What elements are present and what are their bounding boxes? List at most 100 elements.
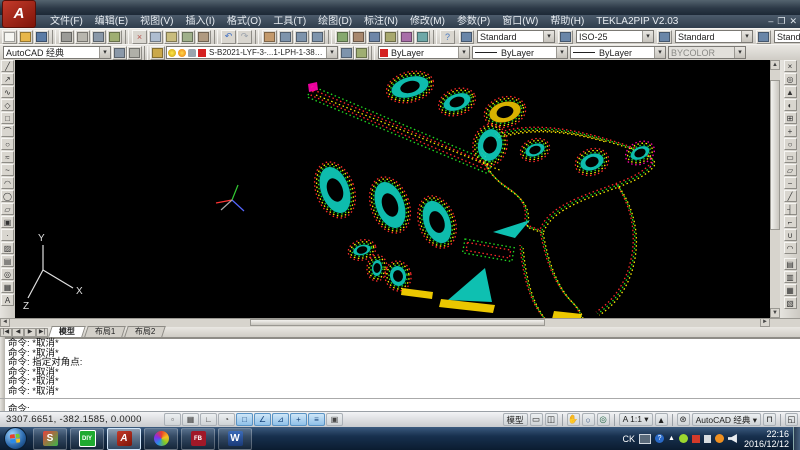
- toolbar1-zoom-previous-button[interactable]: [310, 30, 325, 44]
- toolbar1-plot-preview-button[interactable]: [75, 30, 90, 44]
- dim-style-icon[interactable]: [558, 30, 573, 44]
- vertical-scroll-thumb[interactable]: [770, 80, 780, 230]
- toggle-osnap-button[interactable]: □: [236, 413, 253, 426]
- toolbar1-paste-button[interactable]: [164, 30, 179, 44]
- make-layer-current-icon[interactable]: [339, 46, 354, 60]
- toolbar1-new-button[interactable]: [2, 30, 17, 44]
- menu-item[interactable]: 编辑(E): [89, 15, 134, 28]
- draworder-tool-button[interactable]: ▦: [784, 284, 797, 296]
- workspace-gear-icon[interactable]: ⊛: [677, 413, 690, 426]
- linetype-dropdown[interactable]: ByLayer▾: [472, 46, 568, 59]
- taskbar-app-ftp-tool[interactable]: FB: [181, 428, 215, 450]
- toggle-qp-button[interactable]: ▣: [326, 413, 343, 426]
- modify-tool-button[interactable]: ┤: [784, 203, 797, 215]
- taskbar-app-autocad[interactable]: A: [107, 428, 141, 450]
- draw-tool-button[interactable]: ○: [1, 138, 14, 150]
- menu-item[interactable]: 帮助(H): [544, 15, 590, 28]
- modify-tool-button[interactable]: ◠: [784, 242, 797, 254]
- quick-view-layouts-icon[interactable]: ▭: [530, 413, 543, 426]
- draworder-tool-button[interactable]: ▤: [784, 258, 797, 270]
- doc-restore-button[interactable]: ❐: [777, 15, 785, 28]
- style-dropdown[interactable]: Standard▾: [477, 30, 555, 43]
- taskbar-app-pinwheel[interactable]: [144, 428, 178, 450]
- text-style-icon[interactable]: [459, 30, 474, 44]
- menu-item[interactable]: TEKLA2PIP V2.03: [590, 15, 684, 28]
- toolbar1-save-button[interactable]: [34, 30, 49, 44]
- toolbar1-markup-button[interactable]: [399, 30, 414, 44]
- toolbar1-zoom-window-button[interactable]: [294, 30, 309, 44]
- flag-tray-icon[interactable]: [692, 435, 700, 443]
- lineweight-dropdown[interactable]: ByLayer▾: [570, 46, 666, 59]
- show-desktop-button[interactable]: [793, 427, 800, 450]
- menu-item[interactable]: 格式(O): [221, 15, 267, 28]
- modify-tool-button[interactable]: ╱: [784, 190, 797, 202]
- draw-tool-button[interactable]: A: [1, 294, 14, 306]
- tab-nav-button[interactable]: ◀: [12, 328, 24, 337]
- toolbar1-block-editor-button[interactable]: [196, 30, 211, 44]
- draw-tool-button[interactable]: ╱: [1, 60, 14, 72]
- steeringwheel-icon[interactable]: ◎: [597, 413, 610, 426]
- toggle-snap-button[interactable]: ▫: [164, 413, 181, 426]
- menu-item[interactable]: 窗口(W): [496, 15, 544, 28]
- toolbar1-pan-button[interactable]: [262, 30, 277, 44]
- scroll-down-icon[interactable]: ▼: [770, 308, 780, 318]
- pan-icon[interactable]: ✋: [567, 413, 580, 426]
- quick-view-drawings-icon[interactable]: ◫: [545, 413, 558, 426]
- toolbar-lock-icon[interactable]: ⊓: [763, 413, 776, 426]
- toolbar1-plot-button[interactable]: [59, 30, 74, 44]
- toolbar1-redo-button[interactable]: ↷: [237, 30, 252, 44]
- scroll-up-icon[interactable]: ▲: [770, 60, 780, 70]
- style-dropdown[interactable]: ISO-25▾: [576, 30, 654, 43]
- draw-tool-button[interactable]: ◎: [1, 268, 14, 280]
- doc-close-button[interactable]: ✕: [789, 15, 797, 28]
- modify-tool-button[interactable]: ▱: [784, 164, 797, 176]
- draw-tool-button[interactable]: ▦: [1, 281, 14, 293]
- draworder-tool-button[interactable]: ▥: [784, 271, 797, 283]
- draw-tool-button[interactable]: ↗: [1, 73, 14, 85]
- tab-layout1[interactable]: 布局1: [84, 326, 126, 337]
- toolbar1-cut-button[interactable]: ×: [132, 30, 147, 44]
- draw-tool-button[interactable]: ▨: [1, 242, 14, 254]
- menu-item[interactable]: 修改(M): [404, 15, 451, 28]
- help-tray-icon[interactable]: ?: [655, 434, 664, 443]
- menu-item[interactable]: 视图(V): [134, 15, 179, 28]
- menu-item[interactable]: 插入(I): [179, 15, 220, 28]
- clean-screen-button[interactable]: ◱: [785, 413, 798, 426]
- layer-dropdown[interactable]: S-B2021-LYF-3-...1-LPH-1-389242▾: [166, 46, 338, 59]
- toggle-polar-button[interactable]: ◔: [218, 413, 235, 426]
- toolbar1-copy-button[interactable]: [148, 30, 163, 44]
- draworder-tool-button[interactable]: ▧: [784, 297, 797, 309]
- scroll-right-icon[interactable]: ►: [760, 318, 770, 327]
- chevron-down-icon[interactable]: ▾: [543, 31, 554, 42]
- toolbar1-open-button[interactable]: [18, 30, 33, 44]
- autocad-logo-icon[interactable]: A: [2, 0, 36, 28]
- toolbar1-quickcalc-button[interactable]: [415, 30, 430, 44]
- toggle-otrack-button[interactable]: ∠: [254, 413, 271, 426]
- battery-tray-icon[interactable]: [704, 435, 711, 443]
- annotation-scale-button[interactable]: A 1:1 ▾: [619, 413, 653, 426]
- color-dropdown[interactable]: ByLayer▾: [378, 46, 470, 59]
- toggle-lwt-button[interactable]: ≡: [308, 413, 325, 426]
- draw-tool-button[interactable]: □: [1, 112, 14, 124]
- draw-tool-button[interactable]: ◇: [1, 99, 14, 111]
- menu-item[interactable]: 绘图(D): [312, 15, 358, 28]
- toolbar1-tool-palettes-button[interactable]: [367, 30, 382, 44]
- tab-nav-button[interactable]: |◀: [0, 328, 12, 337]
- toolbar1-sheet-set-button[interactable]: [383, 30, 398, 44]
- modify-tool-button[interactable]: +: [784, 125, 797, 137]
- keyboard-icon[interactable]: [639, 434, 651, 444]
- modify-tool-button[interactable]: ×: [784, 60, 797, 72]
- chevron-down-icon[interactable]: ▾: [642, 31, 653, 42]
- chevron-down-icon[interactable]: ▾: [741, 31, 752, 42]
- toolbar1-properties-button[interactable]: [335, 30, 350, 44]
- modify-tool-button[interactable]: ◎: [784, 73, 797, 85]
- modify-tool-button[interactable]: −: [784, 177, 797, 189]
- toggle-grid-button[interactable]: ▦: [182, 413, 199, 426]
- model-space-button[interactable]: 模型: [503, 413, 528, 426]
- toolbar1-undo-button[interactable]: ↶: [221, 30, 236, 44]
- start-button[interactable]: [4, 427, 27, 450]
- menu-item[interactable]: 工具(T): [267, 15, 312, 28]
- modify-tool-button[interactable]: ◐: [784, 99, 797, 111]
- tray-expand-icon[interactable]: ▲: [668, 435, 675, 442]
- modify-tool-button[interactable]: ○: [784, 138, 797, 150]
